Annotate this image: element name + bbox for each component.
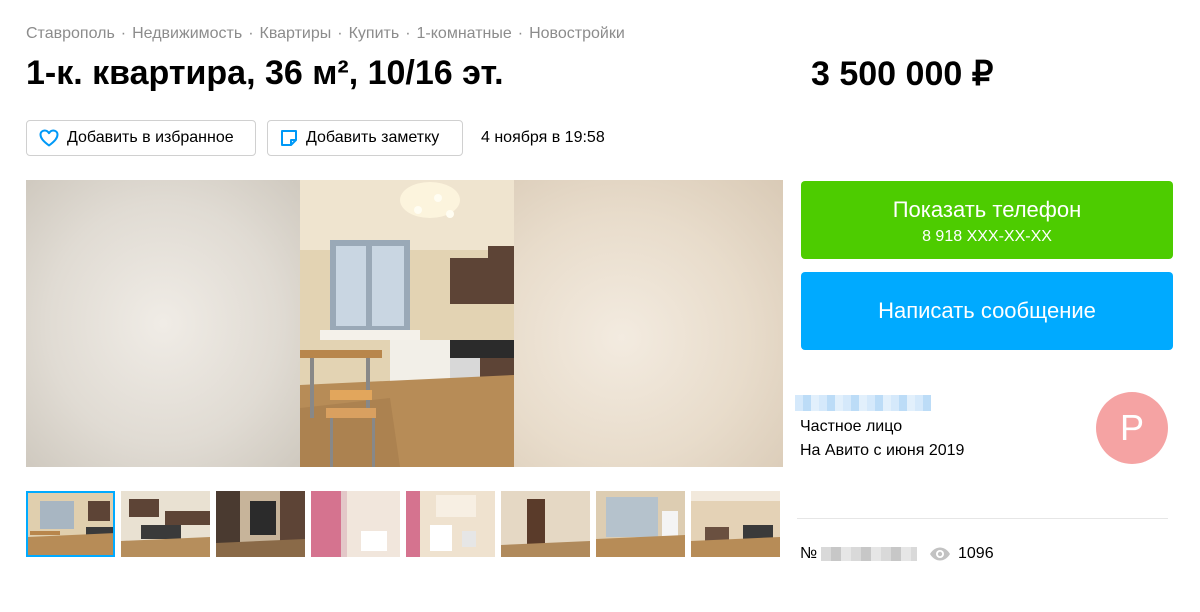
breadcrumb: Ставрополь · Недвижимость · Квартиры · Купить ·…	[26, 25, 625, 43]
breadcrumb-item-realty[interactable]: Недвижимость	[132, 25, 242, 42]
breadcrumb-item-newbuild[interactable]: Новостройки	[529, 25, 625, 42]
breadcrumb-separator: ·	[248, 25, 254, 42]
thumbnail-strip	[26, 491, 786, 557]
breadcrumb-item-apartments[interactable]: Квартиры	[260, 25, 332, 42]
breadcrumb-item-buy[interactable]: Купить	[349, 25, 400, 42]
breadcrumb-separator: ·	[337, 25, 343, 42]
thumbnail-8[interactable]	[691, 491, 780, 557]
seller-name-blurred[interactable]	[795, 395, 931, 411]
breadcrumb-item-1room[interactable]: 1-комнатные	[417, 25, 512, 42]
heart-icon	[39, 129, 59, 147]
thumbnail-5[interactable]	[406, 491, 495, 557]
eye-icon	[930, 547, 950, 561]
thumbnail-3[interactable]	[216, 491, 305, 557]
seller-type: Частное лицо	[800, 418, 903, 435]
phone-masked: 8 918 XXX-XX-XX	[922, 228, 1052, 245]
ad-number-prefix: №	[800, 545, 818, 562]
add-note-button[interactable]: Добавить заметку	[267, 120, 463, 156]
view-count: 1096	[929, 545, 994, 563]
thumbnail-6[interactable]	[501, 491, 590, 557]
avatar[interactable]: Р	[1096, 392, 1168, 464]
breadcrumb-separator: ·	[405, 25, 411, 42]
main-photo-image	[300, 180, 514, 467]
show-phone-label: Показать телефон	[892, 197, 1082, 222]
breadcrumb-item-city[interactable]: Ставрополь	[26, 25, 115, 42]
seller-since: На Авито с июня 2019	[800, 442, 965, 459]
publish-date: 4 ноября в 19:58	[481, 129, 605, 146]
gallery-blur-right	[514, 180, 783, 467]
divider	[797, 518, 1168, 519]
ad-number: №	[800, 545, 918, 563]
write-message-button[interactable]: Написать сообщение	[801, 272, 1173, 350]
show-phone-button[interactable]: Показать телефон 8 918 XXX-XX-XX	[801, 181, 1173, 259]
view-count-value: 1096	[958, 545, 994, 562]
ad-number-blurred	[821, 547, 918, 561]
photo-gallery[interactable]	[26, 180, 783, 467]
add-note-label: Добавить заметку	[306, 129, 440, 146]
thumbnail-7[interactable]	[596, 491, 685, 557]
thumbnail-4[interactable]	[311, 491, 400, 557]
main-photo[interactable]	[300, 180, 514, 467]
note-icon	[281, 130, 297, 146]
add-favorite-label: Добавить в избранное	[67, 129, 234, 146]
thumbnail-2[interactable]	[121, 491, 210, 557]
price: 3 500 000 ₽	[811, 55, 994, 93]
breadcrumb-separator: ·	[517, 25, 524, 42]
thumbnail-1[interactable]	[26, 491, 115, 557]
gallery-blur-left	[26, 180, 300, 467]
page-title: 1-к. квартира, 36 м², 10/16 эт.	[26, 54, 504, 92]
breadcrumb-separator: ·	[120, 25, 127, 42]
add-favorite-button[interactable]: Добавить в избранное	[26, 120, 256, 156]
